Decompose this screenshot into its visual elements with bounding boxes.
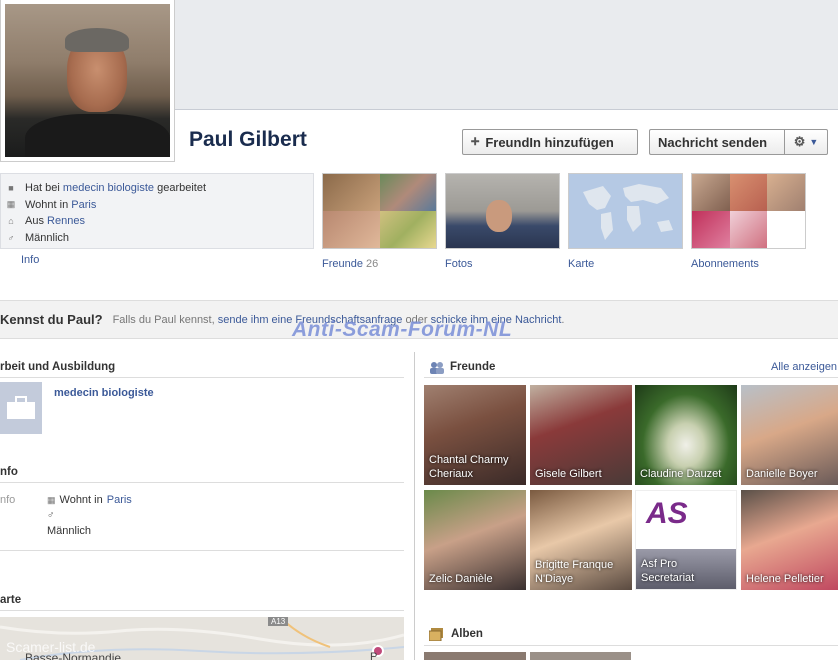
friends-icon: [429, 361, 445, 374]
send-message-label: Nachricht senden: [658, 134, 768, 150]
info-link[interactable]: Info: [21, 254, 39, 266]
friend-tile[interactable]: AS Asf Pro Secretariat: [635, 490, 737, 590]
map-tile-label[interactable]: Karte: [568, 258, 594, 270]
world-map-icon: [583, 184, 673, 240]
know-person-title: Kennst du Paul?: [0, 312, 103, 327]
map-city-label: P: [370, 651, 378, 660]
friends-tile-label[interactable]: Freunde 26: [322, 258, 378, 270]
building-icon: ▦: [6, 199, 16, 210]
chevron-down-icon: ▼: [809, 137, 819, 147]
profile-name[interactable]: Paul Gilbert: [189, 128, 307, 152]
friend-tile[interactable]: Danielle Boyer: [741, 385, 838, 485]
friends-count: 26: [366, 258, 379, 270]
about-gender-row: ♂ Männlich: [5, 230, 309, 247]
lives-place-link[interactable]: Paris: [71, 199, 96, 211]
friends-section-title: Freunde: [450, 361, 496, 373]
album-thumbnail[interactable]: [530, 652, 631, 660]
friend-tile[interactable]: Helene Pelletier: [741, 490, 838, 590]
subscriptions-tile[interactable]: [691, 173, 806, 249]
info-row-label: nfo: [0, 494, 16, 506]
work-thumbnail[interactable]: [0, 382, 42, 434]
friend-tile[interactable]: Claudine Dauzet: [635, 385, 737, 485]
photos-tile[interactable]: [445, 173, 560, 249]
about-lives-row: ▦ Wohnt in Paris: [6, 198, 97, 211]
info-lives-link[interactable]: Paris: [107, 494, 132, 506]
friend-name: Asf Pro Secretariat: [641, 558, 695, 584]
friend-name: Helene Pelletier: [746, 572, 824, 585]
profile-photo: [5, 4, 170, 157]
friend-name: Chantal Charmy Cheriaux: [429, 454, 509, 480]
friend-tile[interactable]: Gisele Gilbert: [530, 385, 632, 485]
settings-dropdown-button[interactable]: ⚙ ▼: [784, 129, 828, 155]
friends-tile[interactable]: [322, 173, 437, 249]
info-gender: Männlich: [47, 525, 92, 537]
info-lives-row: ▦ Wohnt in Paris: [47, 494, 132, 506]
albums-icon: [428, 628, 444, 642]
map-road-label: A13: [268, 617, 289, 626]
map-section-title: arte: [0, 594, 22, 606]
friend-name: Zelic Danièle: [429, 572, 493, 585]
add-friend-icon: ➕︎: [471, 135, 480, 148]
from-place-link[interactable]: Rennes: [47, 215, 85, 227]
map-tile[interactable]: [568, 173, 683, 249]
work-item-link[interactable]: medecin biologiste: [54, 387, 154, 399]
friend-name: Gisele Gilbert: [535, 467, 602, 480]
photos-tile-label[interactable]: Fotos: [445, 258, 473, 270]
work-place-link[interactable]: medecin biologiste: [63, 182, 154, 194]
profile-picture[interactable]: [0, 0, 175, 162]
send-message-button[interactable]: Nachricht senden: [649, 129, 784, 155]
male-icon: ♂: [47, 510, 55, 521]
info-section-title: nfo: [0, 466, 18, 478]
album-thumbnail[interactable]: [424, 652, 526, 660]
map-watermark: Scamer-list.de: [6, 639, 96, 655]
location-map[interactable]: A13 Basse-Normandie Scamer-list.de P: [0, 617, 404, 660]
albums-section-title: Alben: [451, 628, 483, 640]
see-all-friends-link[interactable]: Alle anzeigen: [771, 361, 837, 373]
work-education-title: rbeit und Ausbildung: [0, 361, 116, 373]
briefcase-icon: [7, 396, 35, 419]
about-summary: ■ Hat bei medecin biologiste gearbeitet …: [0, 173, 314, 249]
gear-icon: ⚙: [793, 134, 806, 149]
friend-name: Brigitte Franque N'Diaye: [535, 559, 614, 585]
home-icon: ⌂: [8, 216, 14, 227]
asf-logo-icon: AS: [646, 497, 688, 530]
briefcase-icon: ■: [8, 183, 14, 194]
friend-tile[interactable]: Brigitte Franque N'Diaye: [530, 490, 632, 590]
column-divider: [414, 352, 415, 660]
subscriptions-tile-label[interactable]: Abonnements: [691, 258, 759, 270]
about-from-row: ⌂ Aus Rennes: [5, 213, 309, 230]
friend-tile[interactable]: Chantal Charmy Cheriaux: [424, 385, 526, 485]
friend-tile[interactable]: Zelic Danièle: [424, 490, 526, 590]
about-work-row: ■ Hat bei medecin biologiste gearbeitet: [5, 180, 309, 197]
male-icon: ♂: [7, 232, 15, 243]
add-friend-label: FreundIn hinzufügen: [485, 134, 614, 150]
friend-name: Danielle Boyer: [746, 467, 818, 480]
add-friend-button[interactable]: ➕︎ FreundIn hinzufügen: [462, 129, 638, 155]
building-icon: ▦: [47, 494, 56, 505]
watermark: Anti-Scam-Forum-NL: [292, 318, 513, 341]
friend-name: Claudine Dauzet: [640, 467, 722, 480]
